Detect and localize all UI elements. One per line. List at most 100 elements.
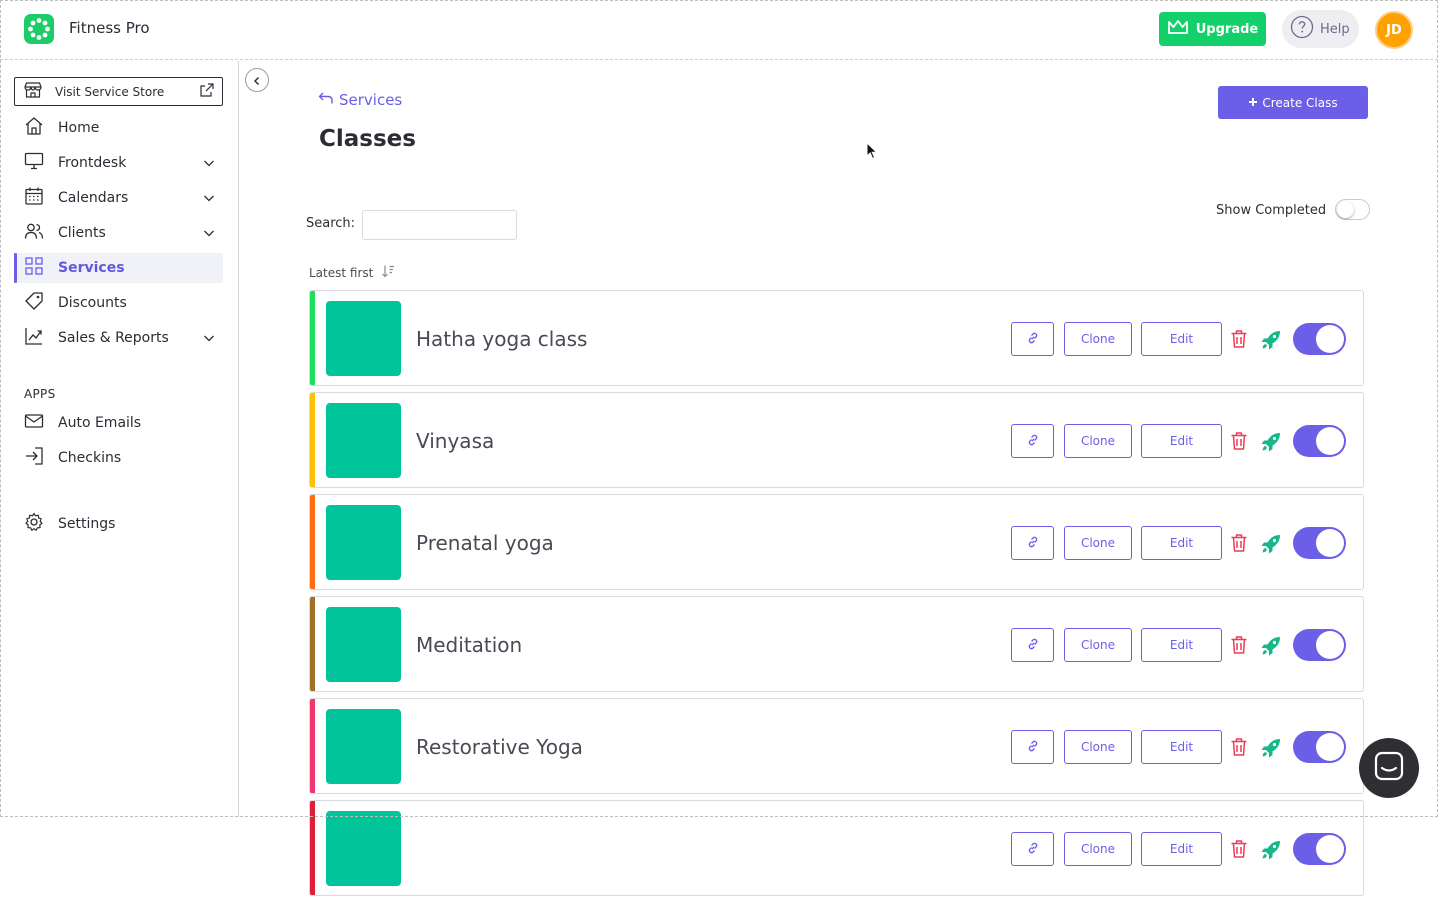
chart-icon xyxy=(24,326,44,350)
class-name[interactable]: Vinyasa xyxy=(416,429,494,453)
edit-button[interactable]: Edit xyxy=(1141,832,1222,866)
trash-icon[interactable] xyxy=(1230,431,1248,455)
chat-launcher-button[interactable] xyxy=(1359,738,1419,798)
upgrade-button[interactable]: Upgrade xyxy=(1159,12,1266,46)
visit-service-store-button[interactable]: Visit Service Store xyxy=(14,77,223,106)
rocket-icon[interactable] xyxy=(1260,635,1282,661)
rocket-icon[interactable] xyxy=(1260,839,1282,865)
rocket-icon[interactable] xyxy=(1260,329,1282,355)
grid-icon xyxy=(24,256,44,280)
class-thumbnail[interactable] xyxy=(326,301,401,376)
trash-icon[interactable] xyxy=(1230,839,1248,863)
sidebar-item-home[interactable]: Home xyxy=(14,113,223,143)
apps-nav: Auto Emails Checkins xyxy=(14,408,223,478)
edit-button[interactable]: Edit xyxy=(1141,526,1222,560)
sidebar-item-settings[interactable]: Settings xyxy=(14,509,223,539)
trash-icon[interactable] xyxy=(1230,329,1248,353)
class-card[interactable]: Vinyasa Clone Edit xyxy=(309,392,1364,488)
sort-control[interactable]: Latest first xyxy=(309,264,395,281)
chevron-down-icon xyxy=(203,192,215,208)
sidebar-item-calendars[interactable]: Calendars xyxy=(14,183,223,213)
class-card[interactable]: Restorative Yoga Clone Edit xyxy=(309,698,1364,794)
sidebar-item-discounts[interactable]: Discounts xyxy=(14,288,223,318)
sidebar-item-label: Services xyxy=(58,260,125,276)
link-icon xyxy=(1027,536,1039,551)
sidebar-item-checkins[interactable]: Checkins xyxy=(14,443,223,473)
class-color-accent xyxy=(310,597,315,691)
sidebar-item-sales-reports[interactable]: Sales & Reports xyxy=(14,323,223,353)
sidebar-item-frontdesk[interactable]: Frontdesk xyxy=(14,148,223,178)
question-circle-icon xyxy=(1290,15,1314,43)
class-thumbnail[interactable] xyxy=(326,607,401,682)
back-to-services-link[interactable]: Services xyxy=(318,91,402,109)
chevron-down-icon xyxy=(203,227,215,243)
clone-button[interactable]: Clone xyxy=(1064,322,1132,356)
class-card[interactable]: Meditation Clone Edit xyxy=(309,596,1364,692)
home-icon xyxy=(24,116,44,140)
toggle-knob xyxy=(1316,427,1344,455)
external-link-icon xyxy=(200,83,214,100)
class-name[interactable]: Meditation xyxy=(416,633,522,657)
edit-button[interactable]: Edit xyxy=(1141,730,1222,764)
copy-link-button[interactable] xyxy=(1011,424,1054,458)
search-input[interactable] xyxy=(362,210,517,240)
class-thumbnail[interactable] xyxy=(326,811,401,886)
class-card[interactable]: Clone Edit xyxy=(309,800,1364,896)
rocket-icon[interactable] xyxy=(1260,431,1282,457)
copy-link-button[interactable] xyxy=(1011,730,1054,764)
trash-icon[interactable] xyxy=(1230,635,1248,659)
app-logo-icon[interactable] xyxy=(24,14,54,44)
edit-button[interactable]: Edit xyxy=(1141,322,1222,356)
collapse-sidebar-button[interactable] xyxy=(245,68,269,92)
class-color-accent xyxy=(310,291,315,385)
sort-descending-icon xyxy=(381,264,395,281)
rocket-icon[interactable] xyxy=(1260,737,1282,763)
class-active-toggle[interactable] xyxy=(1293,425,1346,457)
class-active-toggle[interactable] xyxy=(1293,323,1346,355)
link-icon xyxy=(1027,638,1039,653)
app-title: Fitness Pro xyxy=(69,19,150,37)
sidebar-item-clients[interactable]: Clients xyxy=(14,218,223,248)
rocket-icon[interactable] xyxy=(1260,533,1282,559)
show-completed-label: Show Completed xyxy=(1216,203,1326,218)
plus-icon xyxy=(1248,96,1258,110)
class-thumbnail[interactable] xyxy=(326,403,401,478)
class-name[interactable]: Hatha yoga class xyxy=(416,327,587,351)
help-button[interactable]: Help xyxy=(1282,10,1359,48)
class-name[interactable]: Prenatal yoga xyxy=(416,531,554,555)
toggle-knob xyxy=(1316,325,1344,353)
class-active-toggle[interactable] xyxy=(1293,629,1346,661)
clone-button[interactable]: Clone xyxy=(1064,424,1132,458)
class-thumbnail[interactable] xyxy=(326,709,401,784)
sidebar: Visit Service Store Home Frontdesk Calen… xyxy=(0,61,239,817)
sidebar-item-services[interactable]: Services xyxy=(14,253,223,283)
copy-link-button[interactable] xyxy=(1011,322,1054,356)
back-arrow-icon xyxy=(318,91,334,109)
trash-icon[interactable] xyxy=(1230,533,1248,557)
copy-link-button[interactable] xyxy=(1011,628,1054,662)
show-completed-toggle[interactable] xyxy=(1335,199,1370,220)
clone-button[interactable]: Clone xyxy=(1064,832,1132,866)
create-class-button[interactable]: Create Class xyxy=(1218,86,1368,119)
class-thumbnail[interactable] xyxy=(326,505,401,580)
class-active-toggle[interactable] xyxy=(1293,731,1346,763)
link-icon xyxy=(1027,740,1039,755)
clone-button[interactable]: Clone xyxy=(1064,628,1132,662)
clone-button[interactable]: Clone xyxy=(1064,730,1132,764)
class-name[interactable]: Restorative Yoga xyxy=(416,735,583,759)
edit-button[interactable]: Edit xyxy=(1141,628,1222,662)
crown-icon xyxy=(1167,19,1189,39)
class-card[interactable]: Hatha yoga class Clone Edit xyxy=(309,290,1364,386)
class-active-toggle[interactable] xyxy=(1293,527,1346,559)
copy-link-button[interactable] xyxy=(1011,526,1054,560)
sidebar-item-auto-emails[interactable]: Auto Emails xyxy=(14,408,223,438)
class-active-toggle[interactable] xyxy=(1293,833,1346,865)
class-card[interactable]: Prenatal yoga Clone Edit xyxy=(309,494,1364,590)
user-avatar[interactable]: JD xyxy=(1375,11,1413,49)
edit-button[interactable]: Edit xyxy=(1141,424,1222,458)
mail-icon xyxy=(24,411,44,435)
tag-icon xyxy=(24,291,44,315)
trash-icon[interactable] xyxy=(1230,737,1248,761)
copy-link-button[interactable] xyxy=(1011,832,1054,866)
clone-button[interactable]: Clone xyxy=(1064,526,1132,560)
